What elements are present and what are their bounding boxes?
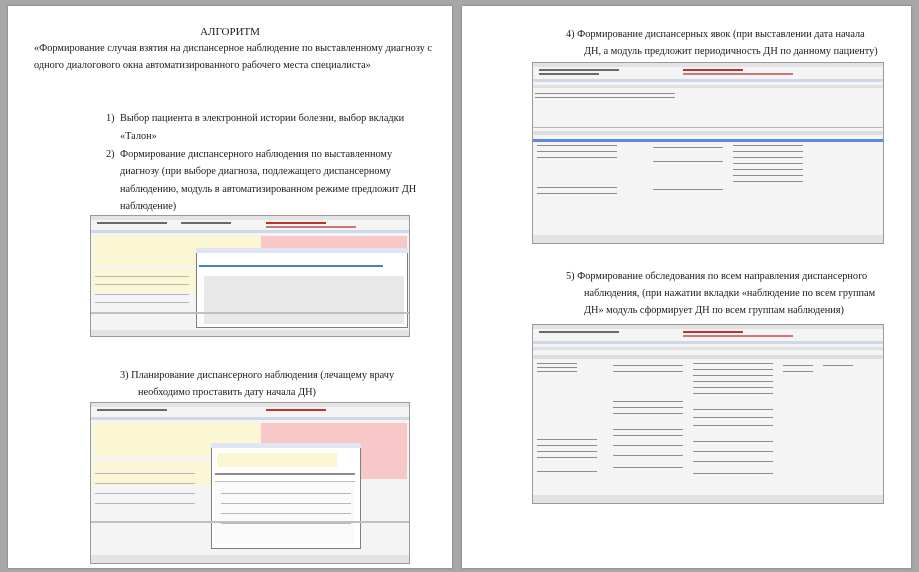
doc-intro: «Формирование случая взятия на диспансер… <box>34 43 432 72</box>
step-3-line-2: необходимо проставить дату начала ДН) <box>138 387 316 398</box>
step-4-line-1: 4) Формирование диспансерных явок (при в… <box>566 29 865 40</box>
step-5-line-2: наблюдения, (при нажатии вкладки «наблюд… <box>584 288 876 299</box>
step-2-line-4: наблюдение) <box>120 201 177 212</box>
document-page-2: 4) Формирование диспансерных явок (при в… <box>462 6 911 568</box>
step-2-line-1: Формирование диспансерного наблюдения по… <box>120 149 393 160</box>
step-5-line-1: 5) Формирование обследования по всем нап… <box>566 271 868 282</box>
step-1-number: 1) <box>106 113 115 124</box>
screenshot-all-groups <box>532 324 884 504</box>
document-page-1: АЛГОРИТМ «Формирование случая взятия на … <box>8 6 452 568</box>
step-1-line-2: «Талон» <box>120 131 157 142</box>
step-3-line-1: 3) Планирование диспансерного наблюдения… <box>120 370 395 381</box>
step-2-line-3: наблюдению, модуль в автоматизированном … <box>120 184 417 195</box>
screenshot-dispensary-visits <box>532 62 884 244</box>
screenshot-planning <box>90 402 410 564</box>
doc-heading: АЛГОРИТМ <box>200 26 260 38</box>
step-2-line-2: диагнозу (при выборе диагноза, подлежаще… <box>120 166 392 177</box>
step-5-line-3: ДН» модуль сформирует ДН по всем группам… <box>584 305 844 316</box>
screenshot-talon-tab <box>90 215 410 337</box>
step-4-line-2: ДН, а модуль предложит периодичность ДН … <box>584 46 878 57</box>
step-2-number: 2) <box>106 149 115 160</box>
step-1-line-1: Выбор пациента в электронной истории бол… <box>120 113 405 124</box>
